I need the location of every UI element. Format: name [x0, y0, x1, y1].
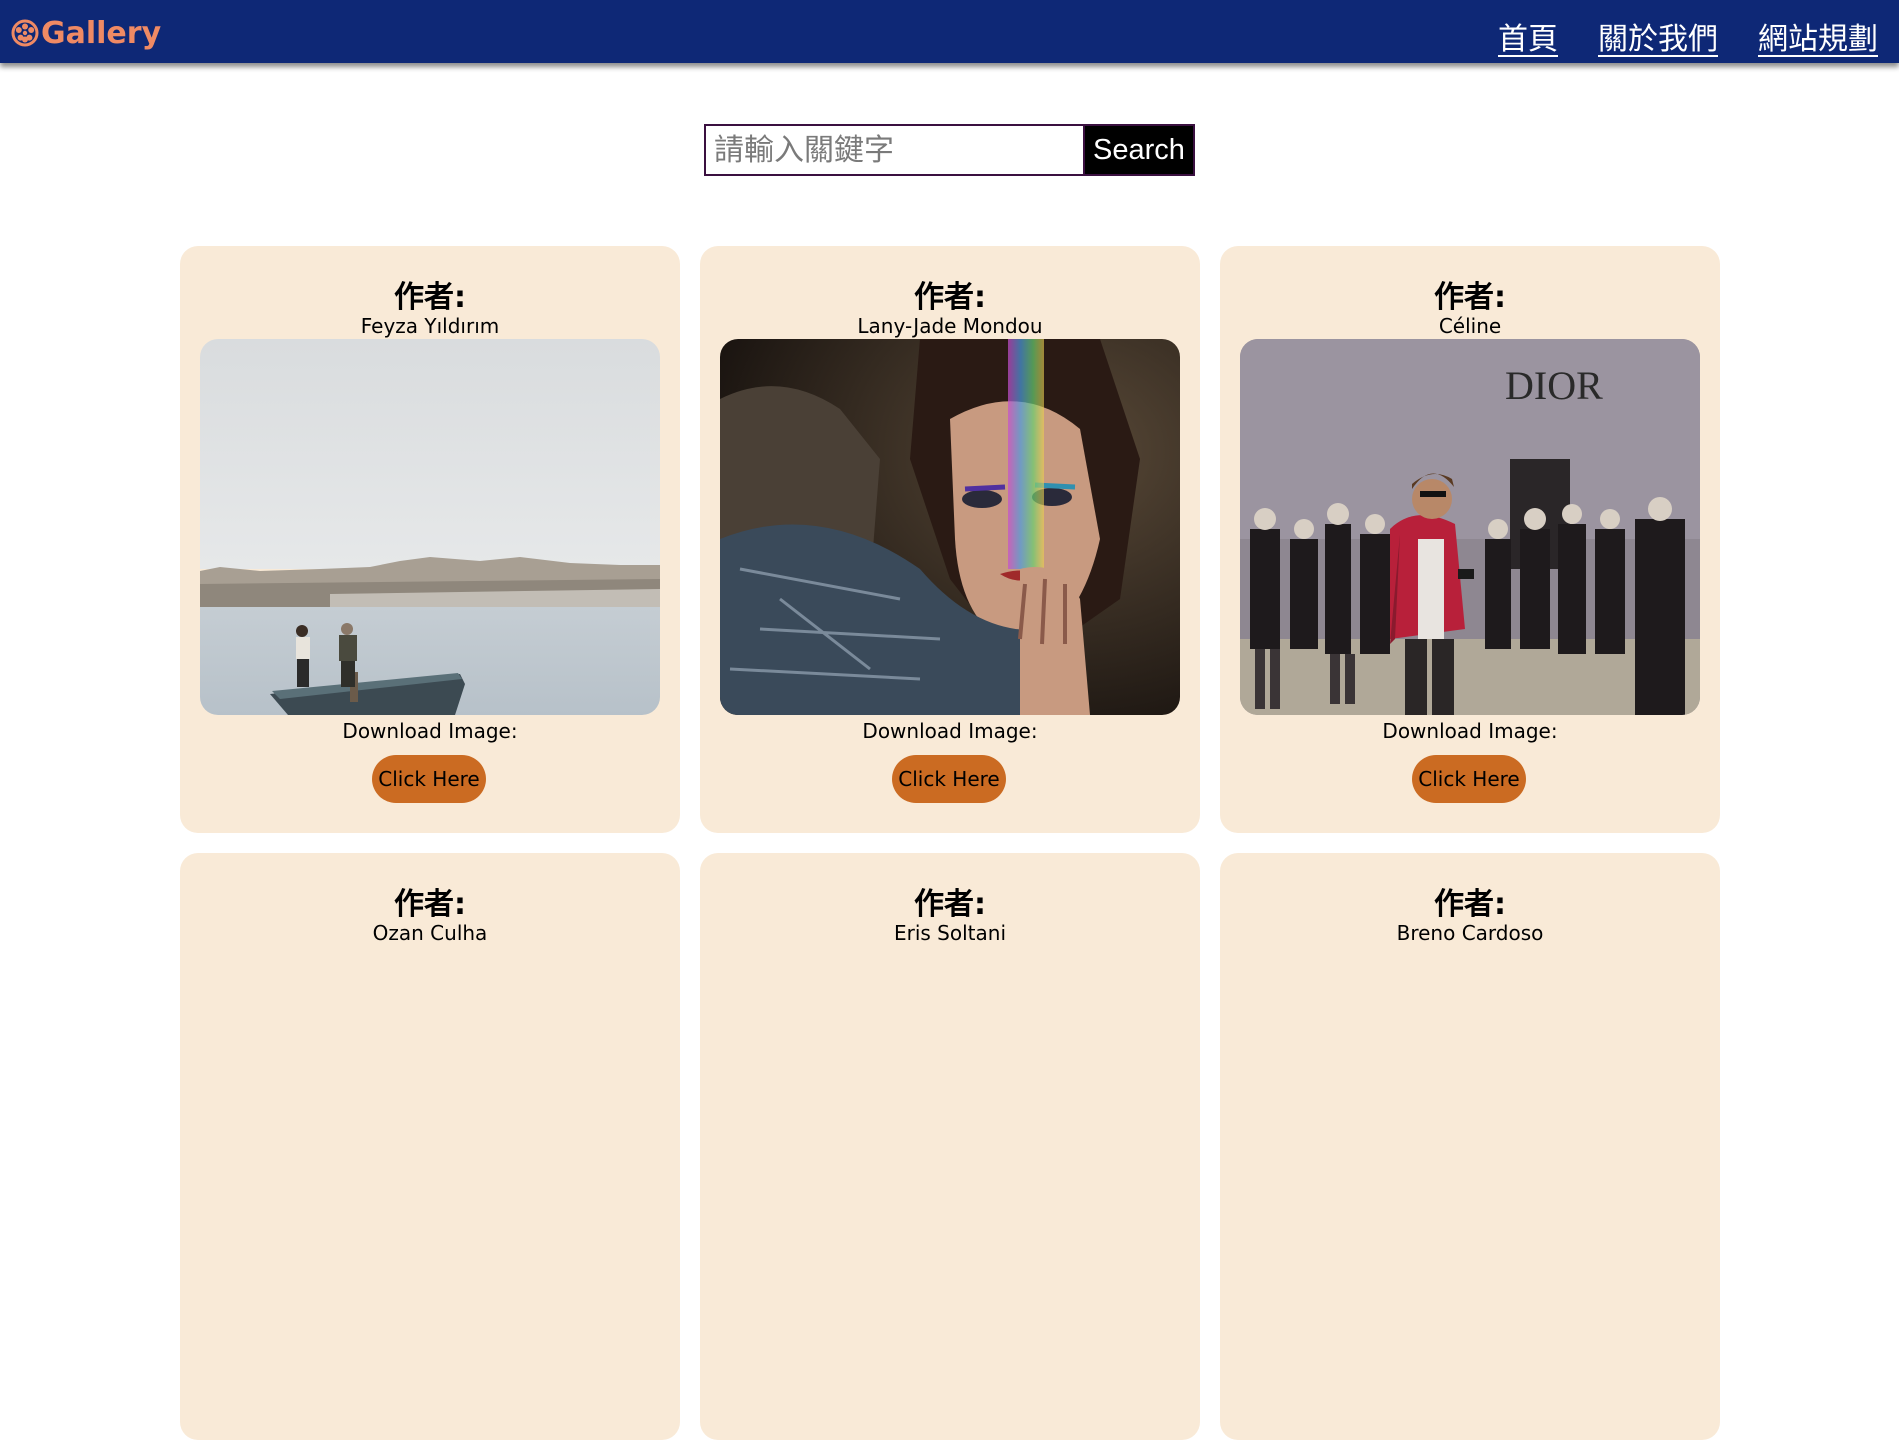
dior-crowd-photo: DIOR	[1240, 339, 1700, 715]
gallery-card: 作者: Lany-Jade Mondou Download Image: Cli…	[700, 246, 1200, 833]
nav-links: 首頁 關於我們 網站規劃	[1498, 14, 1878, 58]
dior-sign-text: DIOR	[1505, 363, 1603, 408]
download-button[interactable]: Click Here	[1412, 755, 1526, 803]
download-label: Download Image:	[862, 719, 1038, 743]
author-heading: 作者:	[394, 280, 466, 315]
author-heading: 作者:	[394, 887, 466, 922]
search-input[interactable]	[706, 126, 1085, 174]
author-heading: 作者:	[1434, 280, 1506, 315]
author-heading: 作者:	[914, 280, 986, 315]
author-heading: 作者:	[1434, 887, 1506, 922]
author-name: Eris Soltani	[893, 921, 1006, 945]
search-bar: Search	[704, 124, 1195, 176]
download-button[interactable]: Click Here	[892, 755, 1006, 803]
gallery-card: 作者: Eris Soltani	[700, 853, 1200, 1440]
film-reel-icon	[11, 19, 39, 47]
author-name: Breno Cardoso	[1396, 921, 1544, 945]
author-name: Feyza Yıldırım	[360, 314, 500, 338]
author-name: Céline	[1438, 314, 1502, 338]
download-button[interactable]: Click Here	[372, 755, 486, 803]
nav-link-home[interactable]: 首頁	[1498, 14, 1558, 58]
author-name: Ozan Culha	[372, 921, 488, 945]
nav-link-about[interactable]: 關於我們	[1598, 14, 1718, 58]
download-label: Download Image:	[342, 719, 518, 743]
gallery-card: 作者: Breno Cardoso	[1220, 853, 1720, 1440]
author-name: Lany-Jade Mondou	[857, 314, 1043, 338]
author-heading: 作者:	[914, 887, 986, 922]
portrait-woman-photo	[720, 339, 1180, 715]
gallery-card: 作者: Feyza Yıldırım Download Image: Click…	[180, 246, 680, 833]
gallery-card: 作者: Ozan Culha	[180, 853, 680, 1440]
gallery-card: 作者: Céline DIOR Download Image: Click He…	[1220, 246, 1720, 833]
brand-logo[interactable]: Gallery	[11, 13, 161, 53]
download-label: Download Image:	[1382, 719, 1558, 743]
top-navbar: Gallery 首頁 關於我們 網站規劃	[0, 0, 1899, 63]
brand-text: Gallery	[41, 15, 162, 51]
search-button[interactable]: Search	[1085, 126, 1193, 174]
nav-link-site-plan[interactable]: 網站規劃	[1758, 14, 1878, 58]
lake-boat-photo	[200, 339, 660, 715]
